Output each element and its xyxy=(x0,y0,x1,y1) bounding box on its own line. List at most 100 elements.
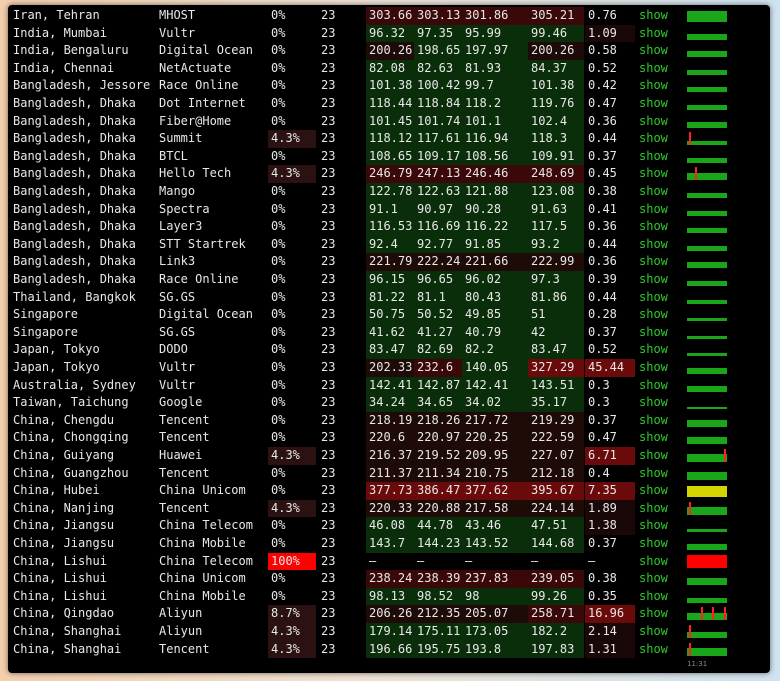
median-cell: 116.94 xyxy=(462,130,528,148)
show-link[interactable]: show xyxy=(639,570,679,588)
latency-graph[interactable] xyxy=(687,44,727,58)
latency-graph[interactable] xyxy=(687,132,727,146)
latency-graph[interactable] xyxy=(687,607,727,621)
latency-graph[interactable] xyxy=(687,255,727,269)
stdev-cell: 0.36 xyxy=(588,113,617,128)
show-link[interactable]: show xyxy=(639,253,679,271)
latency-graph[interactable] xyxy=(687,291,727,304)
latency-graph[interactable] xyxy=(687,554,727,568)
show-link[interactable]: show xyxy=(639,500,679,518)
latency-graph[interactable] xyxy=(687,27,727,40)
show-link[interactable]: show xyxy=(639,324,679,342)
median-cell: 116.22 xyxy=(462,218,528,236)
avg-cell: 200.26 xyxy=(366,42,414,60)
table-row: India, Bengaluru Digital Ocean 0% 23 200.26 1… xyxy=(8,42,770,60)
median-cell: 118.2 xyxy=(462,95,528,113)
show-link[interactable]: show xyxy=(639,25,679,43)
latency-graph[interactable] xyxy=(687,185,727,198)
latency-graph[interactable] xyxy=(687,449,727,462)
avg-cell: 101.38 xyxy=(366,77,414,95)
show-link[interactable]: show xyxy=(639,412,679,430)
show-link[interactable]: show xyxy=(639,359,679,377)
provider-cell: Digital Ocean xyxy=(159,307,253,322)
show-link[interactable]: show xyxy=(639,130,679,148)
latency-graph[interactable] xyxy=(687,220,727,234)
table-row: Bangladesh, Dhaka Fiber@Home 0% 23 101.45 101… xyxy=(8,112,770,131)
loss-cell: 0% xyxy=(271,254,286,269)
show-link[interactable]: show xyxy=(639,183,679,201)
count-cell: 23 xyxy=(321,254,336,269)
stdev-cell: 0.47 xyxy=(588,96,617,110)
show-link[interactable]: show xyxy=(639,623,679,641)
latency-graph[interactable] xyxy=(687,642,727,656)
location-cell: China, Guiyang xyxy=(13,448,115,462)
latency-graph[interactable] xyxy=(687,203,727,216)
show-link[interactable]: show xyxy=(639,7,679,25)
show-link[interactable]: show xyxy=(639,113,679,131)
show-link[interactable]: show xyxy=(639,341,679,359)
show-link[interactable]: show xyxy=(639,465,679,483)
show-link[interactable]: show xyxy=(639,447,679,465)
show-link[interactable]: show xyxy=(639,289,679,307)
provider-cell: Dot Internet xyxy=(159,96,246,110)
latency-graph[interactable] xyxy=(687,414,727,427)
show-link[interactable]: show xyxy=(639,605,679,623)
latency-graph[interactable] xyxy=(687,9,727,22)
latency-graph[interactable] xyxy=(687,238,727,251)
latency-graph[interactable] xyxy=(687,361,727,374)
show-link[interactable]: show xyxy=(639,306,679,324)
show-link[interactable]: show xyxy=(639,535,679,553)
count-cell: 23 xyxy=(321,500,336,515)
latency-graph[interactable] xyxy=(687,431,727,445)
latency-graph[interactable] xyxy=(687,150,727,163)
latency-graph[interactable] xyxy=(687,79,727,93)
show-link[interactable]: show xyxy=(639,641,679,659)
show-link[interactable]: show xyxy=(639,201,679,219)
table-row: Japan, Tokyo Vultr 0% 23 202.33 232.6 140.05 32… xyxy=(8,359,770,377)
stdev-cell: 0.39 xyxy=(588,272,617,286)
show-link[interactable]: show xyxy=(639,517,679,535)
show-link[interactable]: show xyxy=(639,394,679,412)
count-cell: 23 xyxy=(321,25,336,40)
show-link[interactable]: show xyxy=(639,482,679,500)
latency-graph[interactable] xyxy=(687,519,727,533)
latency-graph[interactable] xyxy=(687,326,727,339)
median-cell: 95.99 xyxy=(462,24,528,43)
latency-graph[interactable] xyxy=(687,308,727,322)
worst-cell: 51 xyxy=(528,306,584,324)
latency-graph[interactable] xyxy=(687,537,727,550)
stdev-cell: 16.96 xyxy=(585,605,635,623)
show-link[interactable]: show xyxy=(639,377,679,395)
worst-cell: 222.59 xyxy=(528,429,584,447)
latency-graph[interactable] xyxy=(687,62,727,75)
provider-cell: Vultr xyxy=(159,360,196,374)
latency-graph[interactable] xyxy=(687,273,727,286)
show-link[interactable]: show xyxy=(639,271,679,289)
latency-graph[interactable] xyxy=(687,167,727,181)
show-link[interactable]: show xyxy=(639,42,679,60)
show-link[interactable]: show xyxy=(639,77,679,95)
latency-graph[interactable] xyxy=(687,590,727,603)
latency-graph[interactable] xyxy=(687,625,727,638)
show-link[interactable]: show xyxy=(639,236,679,254)
show-link[interactable]: show xyxy=(639,588,679,606)
avg-cell: 98.13 xyxy=(366,587,414,606)
latency-graph[interactable] xyxy=(687,467,727,480)
show-link[interactable]: show xyxy=(639,165,679,183)
show-link[interactable]: show xyxy=(639,218,679,236)
latency-graph[interactable] xyxy=(687,501,727,515)
location-cell: India, Mumbai xyxy=(13,25,107,40)
latency-graph[interactable] xyxy=(687,379,727,392)
worst-cell: 83.47 xyxy=(528,341,584,359)
latency-graph[interactable] xyxy=(687,343,727,357)
latency-graph[interactable] xyxy=(687,115,727,128)
latency-graph[interactable] xyxy=(687,97,727,110)
show-link[interactable]: show xyxy=(639,553,679,571)
latency-graph[interactable] xyxy=(687,572,727,586)
show-link[interactable]: show xyxy=(639,148,679,166)
latency-graph[interactable] xyxy=(687,396,727,410)
latency-graph[interactable] xyxy=(687,484,727,498)
show-link[interactable]: show xyxy=(639,429,679,447)
show-link[interactable]: show xyxy=(639,95,679,113)
show-link[interactable]: show xyxy=(639,60,679,78)
